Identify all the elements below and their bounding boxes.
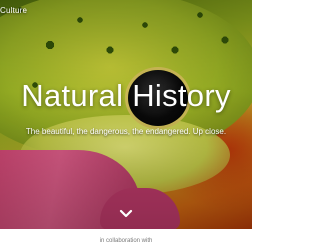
page-title: Natural History [21,78,231,113]
page-subtitle: The beautiful, the dangerous, the endang… [25,127,227,136]
brand-text[interactable]: Culture [0,6,27,15]
hero-banner: Culture Natural History The beautiful, t… [0,0,252,229]
collaboration-text: in collaboration with [99,238,153,244]
scroll-down-button[interactable] [118,207,134,221]
chevron-down-icon [119,209,133,218]
hero-overlay [0,0,252,229]
